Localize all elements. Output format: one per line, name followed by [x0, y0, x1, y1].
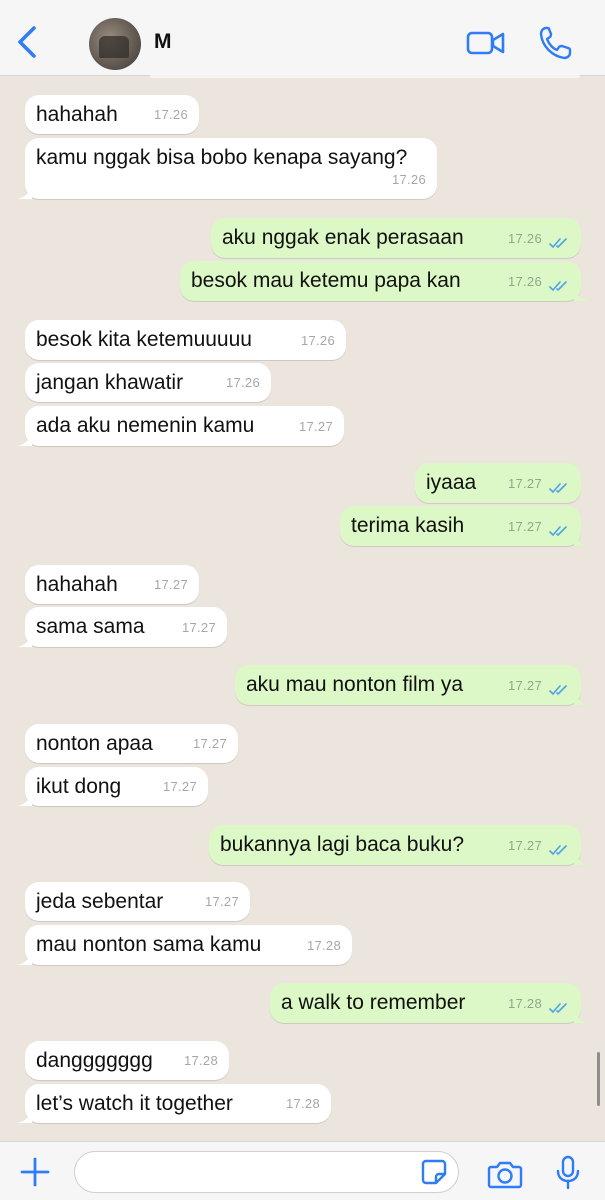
- message-time: 17.27: [298, 419, 333, 434]
- bubble-tail: [574, 691, 588, 705]
- read-double-check-icon: [549, 483, 567, 493]
- phone-icon[interactable]: [538, 25, 572, 61]
- message-time: 17.28: [306, 938, 341, 953]
- incoming-message-bubble[interactable]: sama sama 17.27: [18, 607, 227, 647]
- message-text: ikut dong: [36, 775, 122, 798]
- read-double-check-icon: [549, 1003, 567, 1013]
- read-double-check-icon: [549, 685, 567, 695]
- incoming-message-bubble[interactable]: ada aku nemenin kamu 17.27: [18, 406, 344, 446]
- message-input[interactable]: [74, 1151, 459, 1193]
- incoming-message-bubble[interactable]: kamu nggak bisa bobo kenapa sayang? 17.26: [18, 138, 437, 199]
- message-text: bukannya lagi baca buku?: [220, 833, 465, 856]
- message-text: aku nggak enak perasaan: [222, 226, 464, 249]
- message-time: 17.26: [300, 333, 335, 348]
- plus-icon[interactable]: [20, 1157, 50, 1187]
- message-time: 17.26: [507, 231, 542, 246]
- back-chevron-icon[interactable]: [14, 24, 42, 60]
- message-text: hahahah: [36, 103, 118, 126]
- incoming-message-bubble[interactable]: hahahah 17.26: [25, 95, 199, 134]
- incoming-message-bubble[interactable]: danggggggg 17.28: [25, 1041, 229, 1080]
- avatar[interactable]: [89, 18, 141, 70]
- message-time: 17.28: [183, 1053, 218, 1068]
- outgoing-message-bubble[interactable]: aku nggak enak perasaan 17.26: [211, 218, 581, 258]
- bubble-tail: [18, 1109, 32, 1123]
- message-time: 17.26: [507, 274, 542, 289]
- message-time: 17.27: [507, 476, 542, 491]
- message-time: 17.28: [507, 996, 542, 1011]
- outgoing-message-bubble[interactable]: terima kasih 17.27: [340, 506, 588, 546]
- contact-name[interactable]: M: [154, 30, 172, 54]
- outgoing-message-bubble[interactable]: aku mau nonton film ya 17.27: [235, 665, 588, 705]
- microphone-icon[interactable]: [556, 1155, 580, 1191]
- message-time: 17.27: [507, 838, 542, 853]
- message-time: 17.26: [391, 172, 426, 187]
- message-text: mau nonton sama kamu: [36, 933, 262, 956]
- message-time: 17.28: [285, 1096, 320, 1111]
- message-text: jangan khawatir: [36, 371, 184, 394]
- message-text: jeda sebentar: [36, 890, 164, 913]
- incoming-message-bubble[interactable]: besok kita ketemuuuuu 17.26: [25, 320, 346, 360]
- message-time: 17.27: [192, 736, 227, 751]
- message-time: 17.27: [153, 577, 188, 592]
- message-time: 17.26: [153, 107, 188, 122]
- message-time: 17.27: [181, 620, 216, 635]
- bubble-tail: [574, 287, 588, 301]
- incoming-message-bubble[interactable]: jeda sebentar 17.27: [25, 882, 250, 921]
- incoming-message-bubble[interactable]: jangan khawatir 17.26: [25, 363, 271, 402]
- chat-header: M: [0, 0, 605, 76]
- message-text: let’s watch it together: [36, 1092, 233, 1115]
- outgoing-message-bubble[interactable]: bukannya lagi baca buku? 17.27: [209, 825, 588, 865]
- outgoing-message-bubble[interactable]: a walk to remember 17.28: [270, 983, 588, 1023]
- outgoing-message-bubble[interactable]: iyaaa 17.27: [415, 463, 581, 503]
- read-double-check-icon: [549, 238, 567, 248]
- message-text: nonton apaa: [36, 732, 153, 755]
- bubble-tail: [18, 432, 32, 446]
- incoming-message-bubble[interactable]: mau nonton sama kamu 17.28: [18, 925, 352, 965]
- message-text: ada aku nemenin kamu: [36, 414, 255, 437]
- bubble-tail: [574, 1009, 588, 1023]
- camera-icon[interactable]: [487, 1159, 523, 1189]
- bubble-tail: [18, 792, 32, 806]
- read-double-check-icon: [549, 281, 567, 291]
- bubble-tail: [574, 851, 588, 865]
- incoming-message-bubble[interactable]: nonton apaa 17.27: [25, 724, 238, 763]
- message-text: hahahah: [36, 573, 118, 596]
- message-time: 17.27: [162, 779, 197, 794]
- message-text: a walk to remember: [281, 991, 466, 1014]
- bubble-tail: [18, 633, 32, 647]
- message-text: terima kasih: [351, 514, 465, 537]
- bubble-tail: [18, 185, 32, 199]
- incoming-message-bubble[interactable]: ikut dong 17.27: [18, 767, 208, 806]
- message-text: besok kita ketemuuuuu: [36, 328, 252, 351]
- outgoing-message-bubble[interactable]: besok mau ketemu papa kan 17.26: [180, 261, 588, 301]
- message-text: besok mau ketemu papa kan: [191, 269, 461, 292]
- scrollbar[interactable]: [597, 1052, 600, 1106]
- sticker-icon[interactable]: [421, 1159, 447, 1185]
- bubble-tail: [18, 951, 32, 965]
- message-text: sama sama: [36, 615, 145, 638]
- message-text: danggggggg: [36, 1049, 153, 1072]
- incoming-message-bubble[interactable]: hahahah 17.27: [25, 565, 199, 604]
- message-text: iyaaa: [426, 471, 477, 494]
- previous-message-edge: [150, 74, 580, 78]
- read-double-check-icon: [549, 526, 567, 536]
- read-double-check-icon: [549, 845, 567, 855]
- video-camera-icon[interactable]: [466, 28, 506, 58]
- message-time: 17.26: [225, 375, 260, 390]
- message-time: 17.27: [204, 894, 239, 909]
- message-time: 17.27: [507, 678, 542, 693]
- bubble-tail: [574, 532, 588, 546]
- message-text: aku mau nonton film ya: [246, 673, 464, 696]
- message-time: 17.27: [507, 519, 542, 534]
- message-text: kamu nggak bisa bobo kenapa sayang?: [36, 146, 408, 169]
- incoming-message-bubble[interactable]: let’s watch it together 17.28: [18, 1084, 331, 1123]
